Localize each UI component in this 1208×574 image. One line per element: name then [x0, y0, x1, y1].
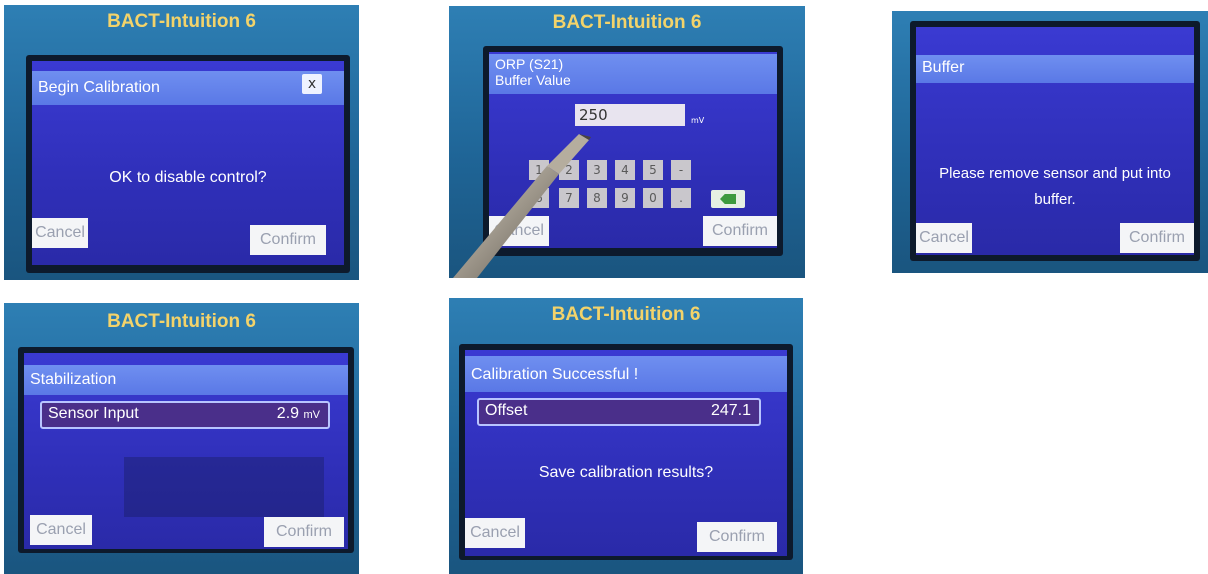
device-screen: Calibration Successful ! Offset 247.1 Sa…: [465, 350, 787, 556]
device-screen: Begin Calibration x OK to disable contro…: [32, 61, 344, 265]
offset-readout: Offset 247.1: [477, 398, 761, 426]
cancel-button[interactable]: Cancel: [30, 515, 92, 545]
dialog-message: OK to disable control?: [109, 169, 267, 186]
instruction-line1: Please remove sensor and put into: [939, 165, 1171, 182]
sensor-input-readout: Sensor Input 2.9 mV: [40, 401, 330, 429]
field-value: 2.9: [276, 405, 300, 422]
field-value-group: 2.9 mV: [277, 405, 320, 423]
device-brand: BACT-Intuition 6: [551, 304, 701, 325]
dialog-title: Buffer: [922, 59, 965, 76]
photo-buffer-instruction: Buffer Please remove sensor and put into…: [892, 11, 1208, 273]
cancel-button[interactable]: Cancel: [32, 218, 88, 248]
photo-buffer-value-entry: BACT-Intuition 6 ORP (S21) Buffer Value …: [449, 6, 805, 278]
device-brand: BACT-Intuition 6: [107, 311, 256, 332]
dialog-title: Stabilization: [30, 371, 117, 388]
dialog-title-bar: Stabilization: [24, 365, 348, 395]
dialog-title-bar: Buffer: [916, 55, 1194, 83]
device-screen: Buffer Please remove sensor and put into…: [916, 27, 1194, 255]
dialog-title-bar: Begin Calibration: [32, 71, 344, 105]
stylus-pen: [453, 134, 591, 278]
confirm-button[interactable]: Confirm: [250, 225, 326, 255]
cancel-button[interactable]: Cancel: [916, 223, 972, 253]
dialog-title: Begin Calibration: [38, 79, 160, 96]
confirm-button[interactable]: Confirm: [697, 522, 777, 552]
photo-begin-calibration: BACT-Intuition 6 Begin Calibration x OK …: [4, 5, 359, 280]
dialog-title-bar: Calibration Successful !: [465, 356, 787, 392]
cancel-button[interactable]: Cancel: [465, 518, 525, 548]
photo-stabilization: BACT-Intuition 6 Stabilization Sensor In…: [4, 303, 359, 574]
screen-reflection: [124, 457, 324, 517]
confirm-button[interactable]: Confirm: [264, 517, 344, 547]
device-brand: BACT-Intuition 6: [107, 11, 256, 32]
close-button[interactable]: x: [302, 74, 322, 94]
field-label: Offset: [485, 402, 528, 419]
field-unit: mV: [303, 409, 321, 421]
device-screen: Stabilization Sensor Input 2.9 mV Cancel…: [24, 353, 348, 549]
save-prompt: Save calibration results?: [538, 464, 714, 481]
instruction-line2: buffer.: [1034, 191, 1076, 208]
field-value: 247.1: [710, 402, 751, 419]
dialog-title: Calibration Successful !: [471, 366, 639, 383]
field-label: Sensor Input: [48, 405, 139, 422]
confirm-button[interactable]: Confirm: [1120, 223, 1194, 253]
photo-calibration-successful: BACT-Intuition 6 Calibration Successful …: [449, 298, 803, 574]
